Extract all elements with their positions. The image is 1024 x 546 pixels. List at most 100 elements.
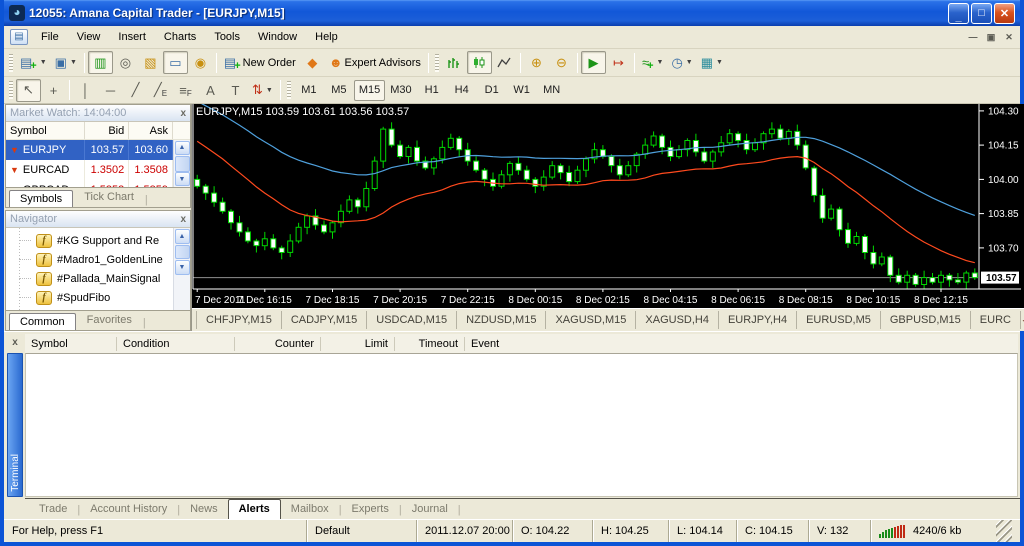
mdi-close-button[interactable]: ✕ — [1000, 29, 1018, 45]
chart-shift-button[interactable]: ↦ — [606, 51, 631, 74]
menu-insert[interactable]: Insert — [109, 28, 155, 46]
list-item[interactable]: f #SpudFibo — [6, 288, 173, 307]
tab-journal[interactable]: Journal — [402, 500, 458, 519]
timeframe-mn[interactable]: MN — [537, 80, 567, 101]
scroll-up-icon[interactable]: ▲ — [174, 229, 190, 244]
metaeditor-button[interactable]: ◆ — [300, 51, 325, 74]
terminal-side-bar[interactable]: Terminal — [7, 353, 23, 497]
column-timeout[interactable]: Timeout — [395, 336, 465, 351]
indicators-button[interactable]: ≈ + ▼ — [638, 51, 668, 74]
mdi-minimize-button[interactable]: — — [964, 29, 982, 45]
alerts-list[interactable] — [25, 353, 1018, 497]
scroll-up-icon[interactable]: ▲ — [174, 141, 190, 155]
menu-tools[interactable]: Tools — [205, 28, 249, 46]
column-limit[interactable]: Limit — [321, 336, 395, 351]
scrollbar-thumb[interactable] — [174, 245, 190, 259]
horizontal-line-button[interactable]: ─ — [98, 79, 123, 102]
strategy-tester-button[interactable]: ◉ — [188, 51, 213, 74]
tab-alerts[interactable]: Alerts — [227, 499, 281, 519]
timeframe-m5[interactable]: M5 — [324, 80, 354, 101]
cursor-button[interactable]: ↖ — [16, 78, 41, 102]
periods-button[interactable]: ◷ ▼ — [667, 51, 696, 74]
terminal-toggle-button[interactable]: ▭ — [162, 51, 188, 74]
menu-charts[interactable]: Charts — [155, 28, 205, 46]
zoom-in-button[interactable]: ⊕ — [524, 51, 549, 74]
arrows-button[interactable]: ⇅ ▼ — [248, 79, 277, 102]
column-symbol[interactable]: Symbol — [25, 336, 117, 351]
new-order-button[interactable]: ▤ + New Order — [220, 51, 300, 74]
tab-account-history[interactable]: Account History — [80, 500, 177, 519]
mdi-restore-button[interactable]: ▣ — [982, 29, 1000, 45]
list-item[interactable]: f #KG Support and Re — [6, 231, 173, 250]
chart-tab[interactable]: CHFJPY,M15 — [196, 311, 282, 329]
column-condition[interactable]: Condition — [117, 336, 235, 351]
tab-news[interactable]: News — [180, 500, 228, 519]
close-button[interactable]: ✕ — [994, 2, 1015, 24]
chart-tab[interactable]: XAGUSD,H4 — [636, 311, 719, 329]
data-window-button[interactable]: ◎ — [113, 51, 138, 74]
toolbar-grip[interactable] — [9, 53, 13, 72]
column-ask[interactable]: Ask — [129, 122, 173, 139]
tab-trade[interactable]: Trade — [29, 500, 77, 519]
column-bid[interactable]: Bid — [85, 122, 130, 139]
tab-experts[interactable]: Experts — [342, 500, 399, 519]
scroll-down-icon[interactable]: ▼ — [174, 172, 190, 186]
tab-favorites[interactable]: Favorites — [76, 311, 143, 330]
vertical-line-button[interactable]: │ — [73, 79, 98, 102]
minimize-button[interactable]: _ — [948, 2, 969, 24]
scrollbar-thumb[interactable] — [174, 155, 190, 173]
menu-view[interactable]: View — [68, 28, 110, 46]
navigator-scrollbar[interactable]: ▲ ▼ — [173, 228, 190, 310]
timeframe-m30[interactable]: M30 — [385, 80, 416, 101]
column-counter[interactable]: Counter — [235, 336, 321, 351]
table-row[interactable]: ▼ GBPCAD 1.5853 1.5859 — [6, 180, 173, 187]
chart-tab[interactable]: GBPUSD,M15 — [881, 311, 971, 329]
profiles-button[interactable]: ▣ ▼ — [51, 51, 81, 74]
new-chart-button[interactable]: ▤ + ▼ — [16, 51, 51, 74]
timeframe-h1[interactable]: H1 — [417, 80, 447, 101]
timeframe-m15[interactable]: M15 — [353, 79, 386, 101]
close-icon[interactable]: x — [8, 335, 22, 349]
bar-chart-button[interactable] — [442, 51, 467, 74]
list-item[interactable]: f #Madro1_GoldenLine — [6, 250, 173, 269]
timeframe-h4[interactable]: H4 — [447, 80, 477, 101]
table-row[interactable]: ▼ EURCAD 1.3502 1.3508 — [6, 160, 173, 180]
chart-window-icon[interactable]: ▤ — [10, 29, 28, 45]
tab-common[interactable]: Common — [9, 313, 76, 330]
expert-advisors-button[interactable]: ☻ Expert Advisors — [325, 51, 425, 74]
chart-tab[interactable]: NZDUSD,M15 — [457, 311, 547, 329]
fibonacci-button[interactable]: ≡ F — [173, 79, 198, 102]
table-row[interactable]: ▼ EURJPY 103.57 103.60 — [6, 140, 173, 160]
text-label-button[interactable]: T — [223, 79, 248, 102]
zoom-out-button[interactable]: ⊖ — [549, 51, 574, 74]
auto-scroll-button[interactable]: ▶ — [580, 51, 606, 74]
equidistant-channel-button[interactable]: ╱ E — [148, 79, 173, 102]
timeframe-d1[interactable]: D1 — [477, 80, 507, 101]
resize-grip[interactable] — [996, 520, 1012, 542]
menu-window[interactable]: Window — [249, 28, 306, 46]
market-watch-toggle-button[interactable]: ▥ — [87, 51, 113, 74]
scroll-down-icon[interactable]: ▼ — [174, 260, 190, 275]
candlestick-chart-button[interactable] — [466, 51, 492, 74]
toolbar-grip[interactable] — [9, 81, 13, 99]
status-profile[interactable]: Default — [306, 520, 416, 542]
timeframe-m1[interactable]: M1 — [294, 80, 324, 101]
tab-tick-chart[interactable]: Tick Chart — [73, 188, 145, 207]
tab-symbols[interactable]: Symbols — [9, 190, 74, 207]
close-icon[interactable]: x — [180, 214, 186, 225]
templates-button[interactable]: ▦ ▼ — [697, 51, 727, 74]
toolbar-grip[interactable] — [286, 81, 291, 99]
chart-tab[interactable]: CADJPY,M15 — [282, 311, 368, 329]
chart-tab[interactable]: XAGUSD,M15 — [546, 311, 637, 329]
price-chart[interactable]: 104.30 104.15 104.00 103.85 103.70 103.57 7 De… — [192, 104, 1021, 308]
chart-tab[interactable]: EURC — [971, 311, 1021, 329]
chart-tab[interactable]: EURJPY,H4 — [719, 311, 798, 329]
chart-tab[interactable]: EURUSD,M5 — [797, 311, 881, 329]
column-symbol[interactable]: Symbol — [6, 122, 85, 139]
menu-help[interactable]: Help — [306, 28, 347, 46]
line-chart-button[interactable] — [492, 51, 517, 74]
crosshair-button[interactable]: + — [41, 79, 66, 102]
tab-mailbox[interactable]: Mailbox — [281, 500, 339, 519]
text-button[interactable]: A — [198, 79, 223, 102]
column-event[interactable]: Event — [465, 337, 1018, 351]
